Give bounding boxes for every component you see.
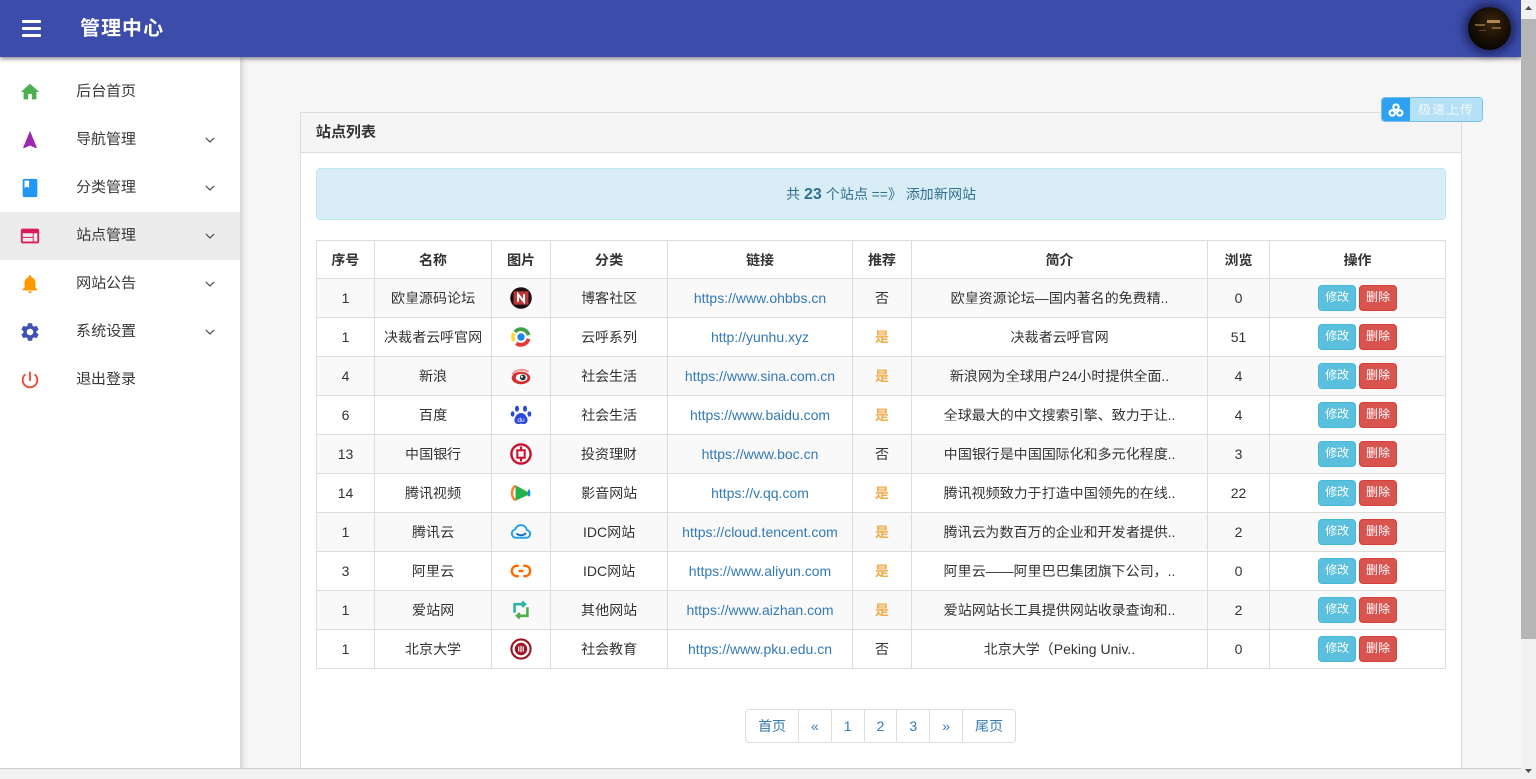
svg-text:du: du [517, 417, 525, 424]
